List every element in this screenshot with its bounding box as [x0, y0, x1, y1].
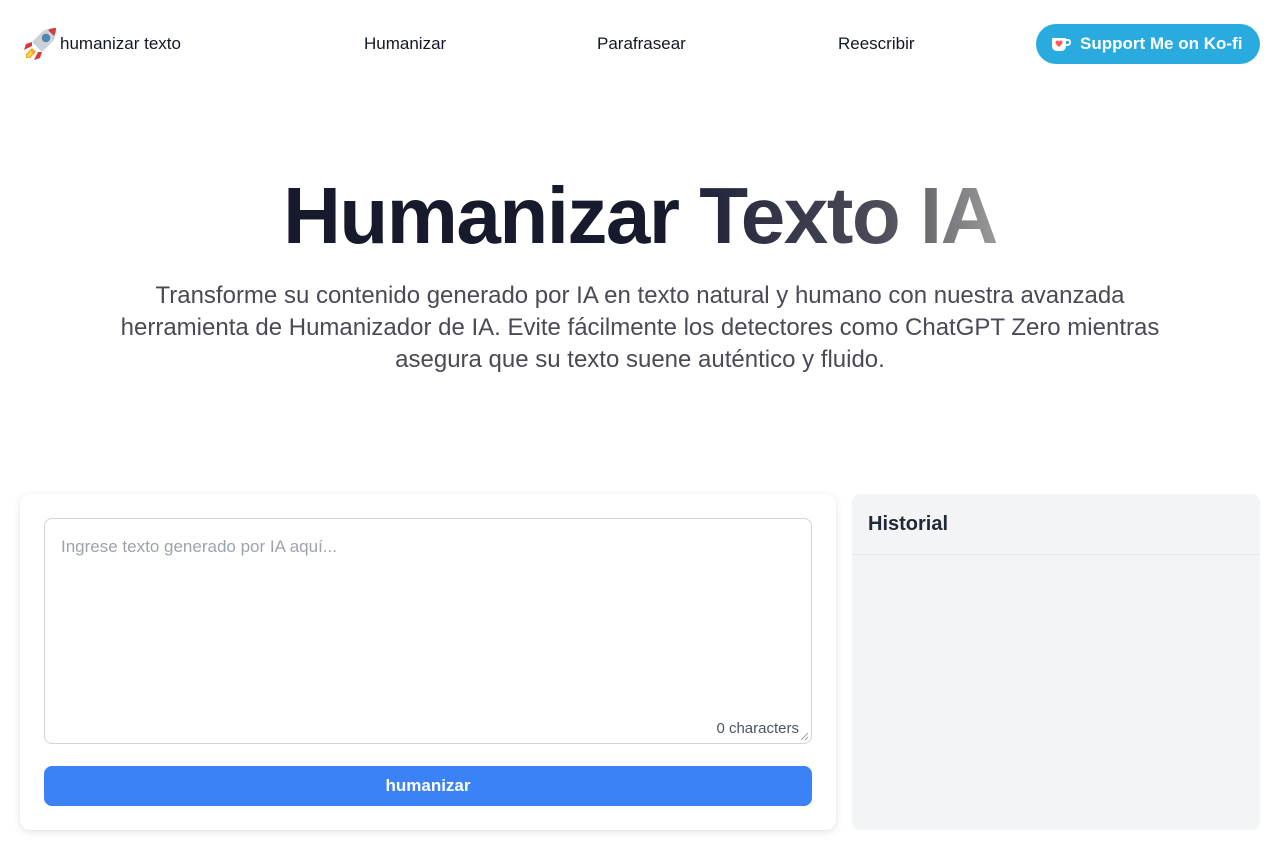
kofi-support-button[interactable]: Support Me on Ko-fi	[1036, 24, 1260, 64]
text-input-wrapper: 0 characters	[44, 518, 812, 744]
top-navigation: humanizar texto Humanizar Parafrasear Re…	[0, 0, 1280, 88]
ai-text-input[interactable]	[45, 519, 811, 743]
kofi-cup-icon	[1052, 38, 1072, 51]
logo-text: humanizar texto	[60, 34, 181, 53]
logo-link[interactable]: humanizar texto	[20, 24, 181, 64]
page-title: Humanizar Texto IA	[0, 170, 1280, 262]
history-header: Historial	[852, 494, 1260, 555]
resize-handle-icon[interactable]	[799, 731, 809, 741]
title-part-1: Humanizar	[283, 171, 700, 260]
kofi-label: Support Me on Ko-fi	[1080, 34, 1243, 53]
nav-link-reescribir[interactable]: Reescribir	[838, 34, 915, 54]
history-title: Historial	[868, 512, 949, 535]
history-panel: Historial	[852, 494, 1260, 830]
page-subtitle: Transforme su contenido generado por IA …	[120, 282, 1160, 373]
humanizer-card: 0 characters humanizar	[20, 494, 836, 830]
title-part-2: Texto IA	[699, 171, 998, 260]
nav-link-parafrasear[interactable]: Parafrasear	[597, 34, 686, 54]
rocket-icon	[24, 28, 56, 60]
nav-link-humanizar[interactable]: Humanizar	[364, 34, 446, 54]
character-count: 0 characters	[716, 720, 799, 737]
humanize-button[interactable]: humanizar	[44, 766, 812, 806]
